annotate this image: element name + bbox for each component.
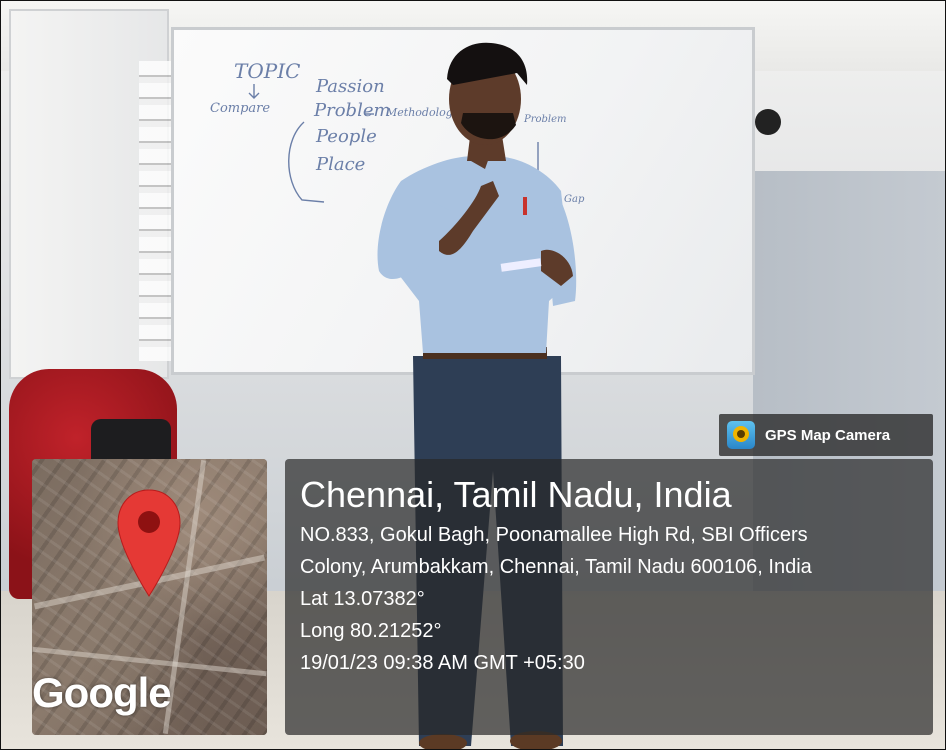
longitude: Long 80.21252°	[300, 620, 442, 642]
gps-map-camera-app-icon	[727, 421, 755, 449]
latitude: Lat 13.07382°	[300, 588, 425, 610]
gps-map-camera-badge: GPS Map Camera	[719, 414, 933, 456]
location-title: Chennai, Tamil Nadu, India	[300, 474, 732, 515]
address-line-1: NO.833, Gokul Bagh, Poonamallee High Rd,…	[300, 524, 808, 546]
address-line-2: Colony, Arumbakkam, Chennai, Tamil Nadu …	[300, 556, 812, 578]
google-attribution: Google	[32, 669, 172, 716]
photo-frame: TOPIC Compare Passion Problem People Pla…	[0, 0, 946, 750]
location-info-panel: Chennai, Tamil Nadu, India NO.833, Gokul…	[285, 459, 933, 735]
location-pin-icon	[117, 489, 181, 597]
badge-label: GPS Map Camera	[765, 426, 891, 444]
map-thumbnail: Google	[32, 459, 267, 735]
timestamp: 19/01/23 09:38 AM GMT +05:30	[300, 652, 585, 674]
